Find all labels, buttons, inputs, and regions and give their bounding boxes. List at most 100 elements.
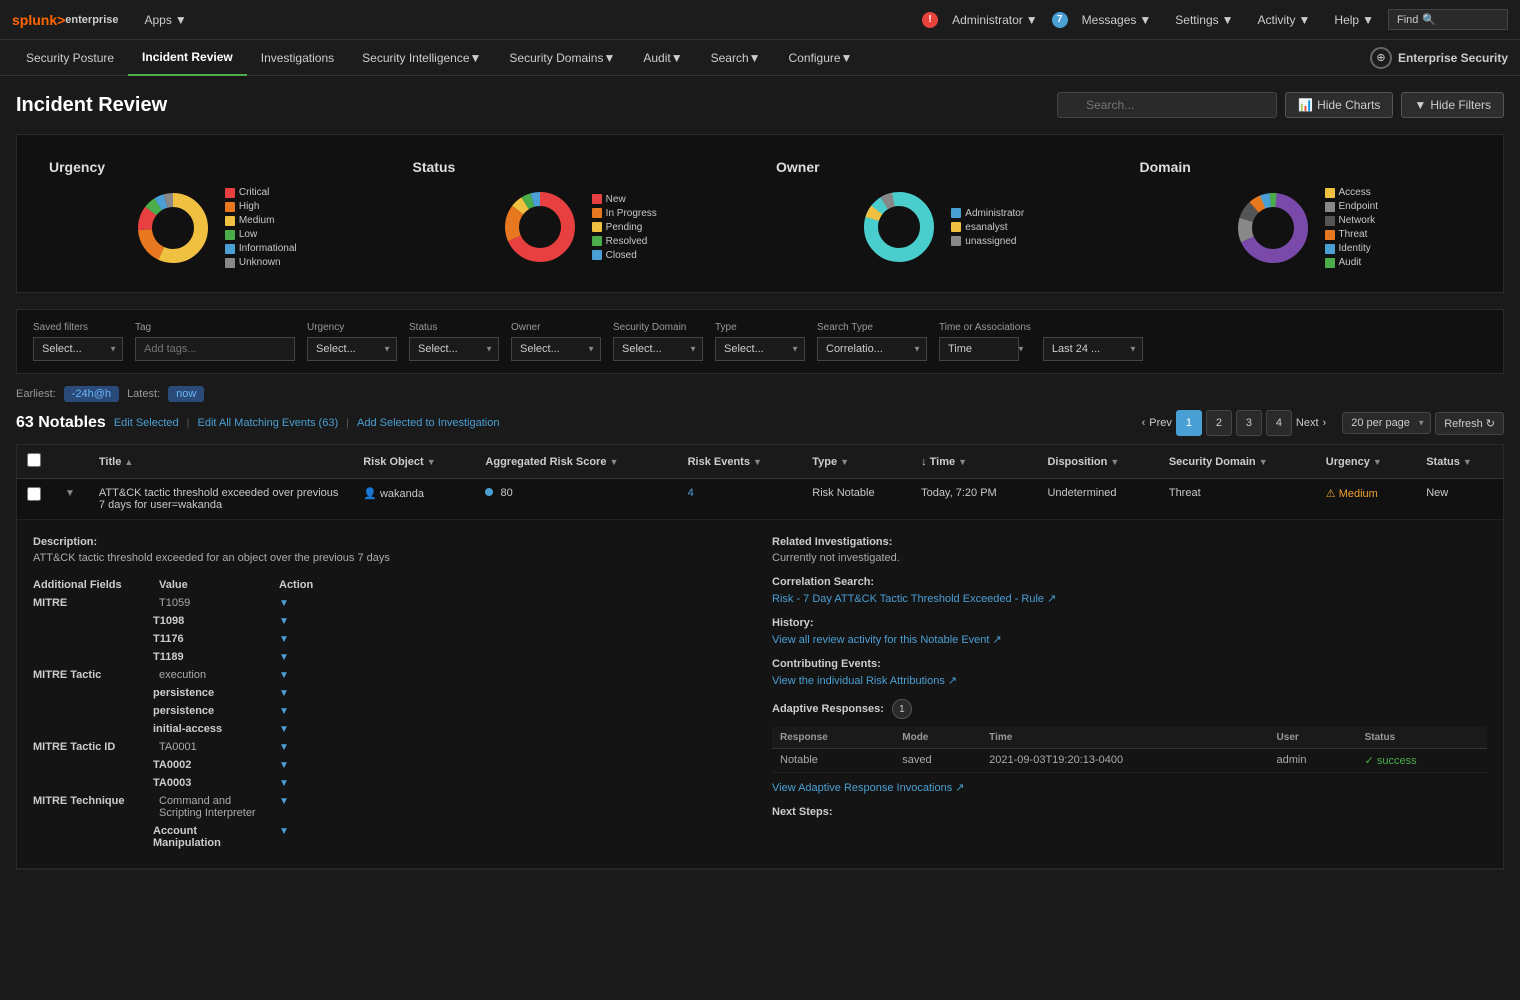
help-label: Help xyxy=(1334,13,1359,27)
secnav-security-domains[interactable]: Security Domains ▼ xyxy=(495,40,629,76)
time-range-select[interactable]: Last 24 ... xyxy=(1043,337,1143,361)
account-action-icon[interactable]: ▼ xyxy=(279,826,289,837)
page-3-button[interactable]: 3 xyxy=(1236,410,1262,436)
refresh-button[interactable]: Refresh ↻ xyxy=(1435,412,1504,435)
response-user: admin xyxy=(1269,749,1357,773)
col-type: Type ▼ xyxy=(802,445,911,479)
search-type-filter-select[interactable]: Correlatio... xyxy=(817,337,927,361)
adaptive-response-invocations-link[interactable]: View Adaptive Response Invocations ↗ xyxy=(772,782,964,794)
type-filter-select[interactable]: Select... xyxy=(715,337,805,361)
command-action-icon[interactable]: ▼ xyxy=(279,796,289,807)
next-button[interactable]: Next › xyxy=(1296,417,1326,429)
secnav-incident-review[interactable]: Incident Review xyxy=(128,40,247,76)
correlation-search-link[interactable]: Risk - 7 Day ATT&CK Tactic Threshold Exc… xyxy=(772,593,1056,605)
filter-icon: ▼ xyxy=(1414,98,1426,112)
select-all-checkbox[interactable] xyxy=(27,453,41,467)
secnav-investigations[interactable]: Investigations xyxy=(247,40,348,76)
description-label: Description: xyxy=(33,536,748,548)
logo: splunk>enterprise xyxy=(12,12,119,28)
row-urgency: ⚠ Medium xyxy=(1316,479,1416,520)
status-filter-select[interactable]: Select... xyxy=(409,337,499,361)
earliest-badge[interactable]: -24h@h xyxy=(64,386,119,402)
t1189-action-icon[interactable]: ▼ xyxy=(279,652,289,663)
row-risk-events[interactable]: 4 xyxy=(678,479,803,520)
mitre-tactic-id-label: MITRE Tactic ID xyxy=(33,738,153,792)
initial-access-action-icon[interactable]: ▼ xyxy=(279,724,289,735)
edit-all-button[interactable]: Edit All Matching Events (63) xyxy=(198,417,339,429)
mitre-tactic-persistence1: persistence xyxy=(153,684,273,702)
t1059-action-icon[interactable]: ▼ xyxy=(279,598,289,609)
mitre-t1098: T1098 xyxy=(153,612,273,630)
secnav-configure[interactable]: Configure ▼ xyxy=(775,40,867,76)
history-link[interactable]: View all review activity for this Notabl… xyxy=(772,634,1002,646)
next-label: Next xyxy=(1296,417,1319,429)
saved-filters-select[interactable]: Select... xyxy=(33,337,123,361)
status-chart-title: Status xyxy=(413,159,456,175)
settings-menu[interactable]: Settings ▼ xyxy=(1165,0,1243,40)
messages-menu[interactable]: Messages ▼ xyxy=(1072,0,1162,40)
hide-filters-button[interactable]: ▼ Hide Filters xyxy=(1401,92,1504,118)
messages-badge: 7 xyxy=(1052,12,1068,28)
tag-label: Tag xyxy=(135,322,295,333)
apps-menu[interactable]: Apps ▼ xyxy=(135,0,197,40)
secnav-search[interactable]: Search ▼ xyxy=(697,40,775,76)
urgency-filter-select[interactable]: Select... xyxy=(307,337,397,361)
admin-menu[interactable]: Administrator ▼ xyxy=(942,0,1048,40)
apps-label: Apps xyxy=(145,13,172,27)
secnav-security-intelligence[interactable]: Security Intelligence ▼ xyxy=(348,40,495,76)
mitre-tactic-label: MITRE Tactic xyxy=(33,666,153,738)
page-4-button[interactable]: 4 xyxy=(1266,410,1292,436)
ta0003-action-icon[interactable]: ▼ xyxy=(279,778,289,789)
execution-action-icon[interactable]: ▼ xyxy=(279,670,289,681)
owner-chart: Owner Administrator esanalyst unassigned xyxy=(760,151,1124,276)
persistence2-action-icon[interactable]: ▼ xyxy=(279,706,289,717)
edit-selected-button[interactable]: Edit Selected xyxy=(114,417,179,429)
row-title: ATT&CK tactic threshold exceeded over pr… xyxy=(89,479,353,520)
ta0001-action-icon[interactable]: ▼ xyxy=(279,742,289,753)
secnav-audit[interactable]: Audit ▼ xyxy=(629,40,696,76)
time-associations-select[interactable]: Time xyxy=(939,337,1019,361)
tag-input[interactable] xyxy=(135,337,295,361)
page-1-button[interactable]: 1 xyxy=(1176,410,1202,436)
adaptive-responses-label: Adaptive Responses: xyxy=(772,703,884,715)
prev-button[interactable]: ‹ Prev xyxy=(1142,417,1172,429)
page-2-button[interactable]: 2 xyxy=(1206,410,1232,436)
activity-menu[interactable]: Activity ▼ xyxy=(1248,0,1321,40)
security-domain-filter-select[interactable]: Select... xyxy=(613,337,703,361)
configure-chevron-icon: ▼ xyxy=(841,51,853,65)
find-box[interactable]: Find 🔍 xyxy=(1388,9,1508,30)
search-input[interactable] xyxy=(1057,92,1277,118)
mitre-technique-label: MITRE Technique xyxy=(33,792,153,852)
t1176-action-icon[interactable]: ▼ xyxy=(279,634,289,645)
row-risk-score: 80 xyxy=(475,479,677,520)
activity-chevron-icon: ▼ xyxy=(1299,13,1311,27)
adaptive-responses-counter: 1 xyxy=(892,699,912,719)
correlation-search-label: Correlation Search: xyxy=(772,576,1487,588)
latest-badge[interactable]: now xyxy=(168,386,204,402)
help-menu[interactable]: Help ▼ xyxy=(1324,0,1384,40)
find-icon: 🔍 xyxy=(1422,13,1436,26)
secnav-security-posture[interactable]: Security Posture xyxy=(12,40,128,76)
mitre-tactic-initial-access: initial-access xyxy=(153,720,273,738)
urgency-filter-label: Urgency xyxy=(307,322,397,333)
owner-filter-select[interactable]: Select... xyxy=(511,337,601,361)
per-page-select[interactable]: 20 per page xyxy=(1342,412,1431,434)
hide-charts-button[interactable]: 📊 Hide Charts xyxy=(1285,92,1393,118)
row-checkbox[interactable] xyxy=(27,487,41,501)
related-investigations-label: Related Investigations: xyxy=(772,536,1487,548)
status-chart: Status New In Progress Pending Resolved … xyxy=(397,151,761,276)
messages-label: Messages xyxy=(1082,13,1137,27)
t1098-action-icon[interactable]: ▼ xyxy=(279,616,289,627)
ta0002-action-icon[interactable]: ▼ xyxy=(279,760,289,771)
row-expand-button[interactable]: ▼ xyxy=(61,488,79,499)
response-mode: saved xyxy=(894,749,981,773)
mitre-technique-command: Command and Scripting Interpreter xyxy=(153,792,273,822)
audit-chevron-icon: ▼ xyxy=(671,51,683,65)
time-associations-label: Time or Associations xyxy=(939,322,1031,333)
add-to-investigation-button[interactable]: Add Selected to Investigation xyxy=(357,417,499,429)
user-icon: 👤 xyxy=(363,488,377,500)
persistence1-action-icon[interactable]: ▼ xyxy=(279,688,289,699)
contributing-events-link[interactable]: View the individual Risk Attributions ↗ xyxy=(772,675,957,687)
mitre-t1176: T1176 xyxy=(153,630,273,648)
user-col-header: User xyxy=(1269,727,1357,749)
